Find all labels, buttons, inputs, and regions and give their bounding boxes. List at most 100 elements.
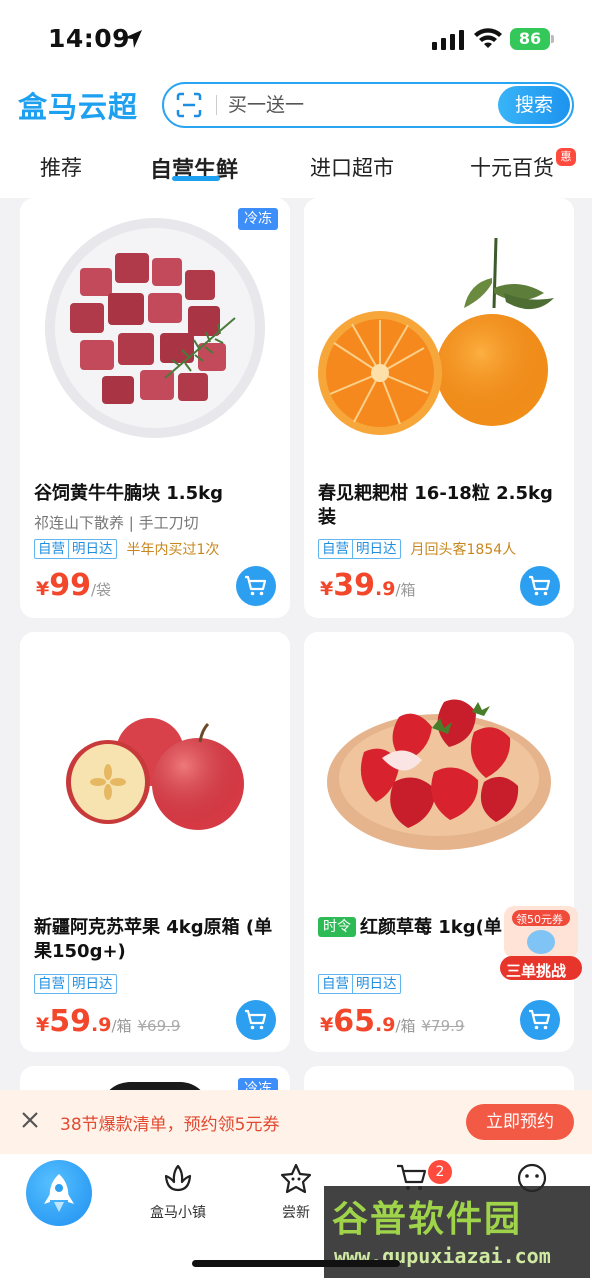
add-to-cart-button[interactable] (236, 1000, 276, 1040)
price-integer: 99 (49, 568, 91, 603)
cart-icon (529, 575, 551, 596)
price-integer: 59 (49, 1004, 91, 1039)
tulip-icon (164, 1164, 192, 1192)
status-bar: 14:09 86 (0, 0, 592, 78)
tab-ten-yuan[interactable]: 十元百货 (470, 152, 554, 182)
promo-floating-badge[interactable]: 领50元券 三单挑战 (498, 904, 584, 982)
search-input[interactable] (228, 90, 498, 120)
tab-imported[interactable]: 进口超市 (310, 152, 394, 182)
product-tags: 自营 明日达 半年内买过1次 (34, 539, 219, 559)
product-title[interactable]: 新疆阿克苏苹果 4kg原箱 (单果150g+) (34, 916, 280, 964)
delivery-tags: 自营 明日达 (318, 539, 401, 559)
tag-next-day: 明日达 (352, 975, 400, 993)
wifi-icon (474, 28, 502, 48)
search-button[interactable]: 搜索 (498, 86, 570, 124)
location-arrow-icon (124, 30, 142, 48)
price-unit: /箱 (111, 1017, 132, 1035)
delivery-tags: 自营 明日达 (34, 539, 117, 559)
tag-self-operated: 自营 (322, 976, 349, 992)
product-card[interactable]: 时令 红颜草莓 1kg(单 15g) 自营 明日达 ¥65.9/箱 ¥79.9 (304, 632, 574, 1052)
battery-level: 86 (518, 29, 542, 48)
product-image[interactable] (20, 632, 290, 902)
apple-image (66, 718, 244, 830)
promo-banner: 38节爆款清单，预约领5元券 立即预约 (0, 1090, 592, 1154)
cart-count-badge: 2 (428, 1160, 452, 1184)
tag-self-operated: 自营 (38, 541, 65, 557)
tab-recommend[interactable]: 推荐 (40, 152, 82, 182)
close-icon[interactable] (20, 1110, 40, 1130)
product-title[interactable]: 春见耙耙柑 16-18粒 2.5kg装 (318, 482, 564, 530)
delivery-tags: 自营 明日达 (34, 974, 117, 994)
product-card[interactable]: 冷冻 谷饲黄牛牛腩块 1.5kg 祁连山下散养 | 手工刀切 自营 明日达 半年… (20, 198, 290, 618)
price: ¥59.9/箱 ¥69.9 (36, 1004, 180, 1039)
price-unit: /箱 (395, 1017, 416, 1035)
product-image[interactable] (304, 198, 574, 468)
original-price: ¥79.9 (421, 1017, 465, 1035)
status-time: 14:09 (48, 24, 131, 53)
price-unit: /箱 (395, 581, 416, 599)
repeat-buyers-note: 月回头客1854人 (410, 542, 517, 558)
price-decimal: .9 (374, 578, 396, 600)
price-symbol: ¥ (36, 1014, 50, 1036)
tab-badge: 惠 (556, 148, 576, 166)
seasonal-badge: 时令 (318, 917, 356, 937)
nav-home-button[interactable] (26, 1160, 92, 1226)
banner-text: 38节爆款清单，预约领5元券 (60, 1115, 280, 1135)
price-symbol: ¥ (320, 1014, 334, 1036)
tag-next-day: 明日达 (68, 540, 116, 558)
strawberry-image (327, 699, 551, 850)
frozen-tag: 冷冻 (238, 208, 278, 230)
promo-challenge-text: 三单挑战 (506, 962, 567, 980)
tag-next-day: 明日达 (352, 540, 400, 558)
tag-next-day: 明日达 (68, 975, 116, 993)
tag-self-operated: 自营 (38, 976, 65, 992)
product-title[interactable]: 谷饲黄牛牛腩块 1.5kg (34, 482, 280, 506)
add-to-cart-button[interactable] (520, 1000, 560, 1040)
original-price: ¥69.9 (137, 1017, 181, 1035)
nav-hema-town[interactable]: 盒马小镇 (138, 1162, 218, 1222)
product-tags: 自营 明日达 (34, 974, 117, 994)
rocket-icon (44, 1174, 74, 1212)
cart-icon (245, 1009, 267, 1030)
product-image[interactable] (20, 198, 290, 468)
tag-self-operated: 自营 (322, 541, 349, 557)
price: ¥99/袋 (36, 568, 111, 603)
search-divider (216, 95, 217, 115)
home-indicator[interactable] (192, 1260, 400, 1267)
product-tags: 自营 明日达 月回头客1854人 (318, 539, 516, 559)
price-symbol: ¥ (320, 578, 334, 600)
price: ¥65.9/箱 ¥79.9 (320, 1004, 464, 1039)
cart-icon (529, 1009, 551, 1030)
watermark-title: 谷普软件园 (332, 1199, 523, 1240)
active-tab-indicator (172, 176, 220, 181)
promo-coupon-text: 领50元券 (516, 913, 563, 926)
star-face-icon (280, 1163, 312, 1194)
battery-tip (551, 35, 554, 43)
delivery-tags: 自营 明日达 (318, 974, 401, 994)
nav-label: 盒马小镇 (150, 1205, 206, 1221)
product-tags: 自营 明日达 (318, 974, 401, 994)
battery-indicator: 86 (510, 28, 550, 50)
price-decimal: .9 (90, 1014, 112, 1036)
app-logo[interactable]: 盒马云超 (18, 84, 138, 126)
add-to-cart-button[interactable] (520, 566, 560, 606)
price-symbol: ¥ (36, 578, 50, 600)
price-integer: 65 (333, 1004, 375, 1039)
orange-image (318, 237, 554, 435)
price-integer: 39 (333, 568, 375, 603)
header: 盒马云超 搜索 (0, 78, 592, 136)
price-unit: /袋 (90, 581, 112, 599)
product-card[interactable]: 新疆阿克苏苹果 4kg原箱 (单果150g+) 自营 明日达 ¥59.9/箱 ¥6… (20, 632, 290, 1052)
price-decimal: .9 (374, 1014, 396, 1036)
product-card[interactable]: 春见耙耙柑 16-18粒 2.5kg装 自营 明日达 月回头客1854人 ¥39… (304, 198, 574, 618)
search-bar[interactable]: 搜索 (162, 82, 574, 128)
add-to-cart-button[interactable] (236, 566, 276, 606)
reserve-now-button[interactable]: 立即预约 (466, 1104, 574, 1140)
price: ¥39.9/箱 (320, 568, 416, 603)
cart-icon (245, 575, 267, 596)
scan-icon[interactable] (176, 92, 202, 118)
beef-image (45, 218, 265, 438)
product-image[interactable] (304, 632, 574, 902)
product-subtitle: 祁连山下散养 | 手工刀切 (34, 514, 199, 532)
purchase-note: 半年内买过1次 (126, 542, 220, 558)
